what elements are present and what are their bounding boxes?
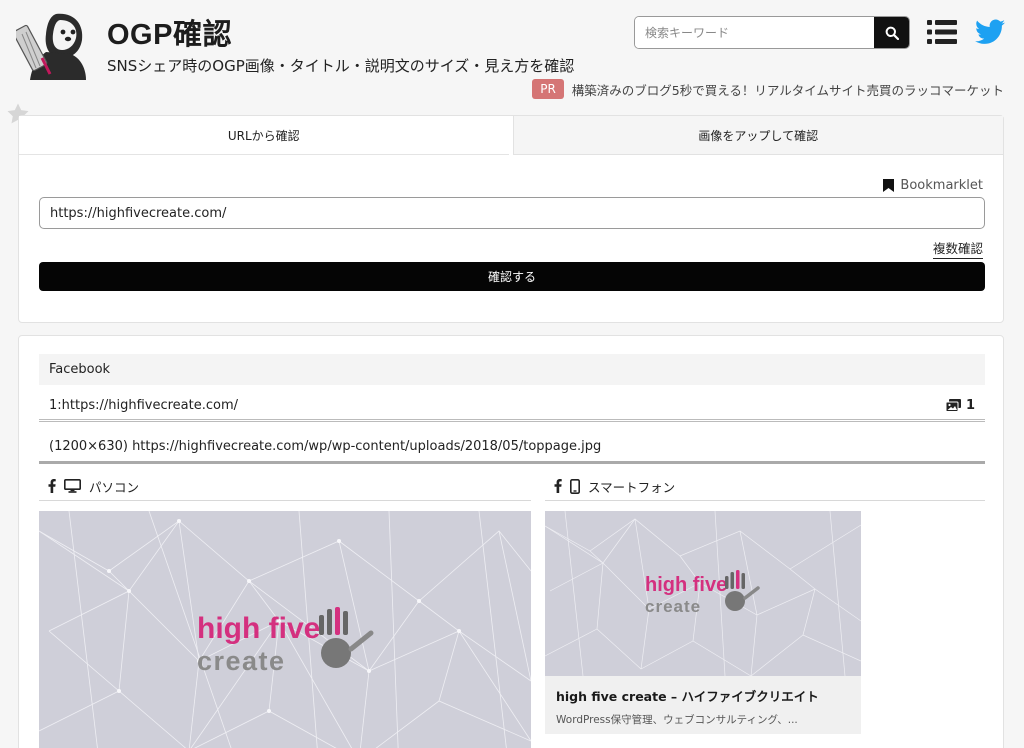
search-box bbox=[634, 16, 910, 49]
network-background: high five create bbox=[39, 511, 531, 748]
result-url: 1:https://highfivecreate.com/ bbox=[49, 398, 239, 413]
search-input[interactable] bbox=[635, 17, 874, 48]
search-icon bbox=[885, 26, 899, 40]
facebook-icon bbox=[48, 479, 56, 493]
tab-bar: URLから確認 画像をアップして確認 bbox=[19, 116, 1003, 155]
twitter-icon[interactable] bbox=[975, 19, 1005, 45]
pc-section-header: パソコン bbox=[39, 472, 531, 501]
desktop-icon bbox=[64, 479, 81, 493]
site-header: OGP確認 SNSシェア時のOGP画像・タイトル・説明文のサイズ・見え方を確認 … bbox=[0, 0, 1024, 108]
images-icon bbox=[945, 399, 961, 412]
bookmarklet-link[interactable]: Bookmarklet bbox=[883, 178, 983, 193]
pc-ogp-preview[interactable]: high five create bbox=[39, 511, 531, 748]
site-title[interactable]: OGP確認 bbox=[107, 11, 232, 53]
sp-section-header: スマートフォン bbox=[545, 472, 985, 501]
search-button[interactable] bbox=[874, 17, 909, 48]
sp-logo: high five create bbox=[645, 570, 760, 616]
sp-ogp-title: high five create – ハイファイブクリエイト bbox=[556, 689, 819, 704]
image-info-row: (1200×630) https://highfivecreate.com/wp… bbox=[39, 432, 985, 464]
logo-text-create: create bbox=[197, 646, 286, 676]
otter-logo-icon[interactable] bbox=[16, 8, 92, 80]
image-count[interactable]: 1 bbox=[945, 398, 975, 413]
logo-text-high-five: high five bbox=[197, 612, 320, 645]
sp-logo-text-create: create bbox=[645, 597, 701, 616]
confirm-button[interactable]: 確認する bbox=[39, 262, 985, 291]
smartphone-icon bbox=[570, 478, 580, 494]
result-url-row: 1:https://highfivecreate.com/ 1 bbox=[39, 392, 985, 422]
input-card: URLから確認 画像をアップして確認 Bookmarklet 複数確認 確認する bbox=[18, 115, 1004, 323]
pr-banner[interactable]: PR 構築済みのブログ5秒で買える！リアルタイムサイト売買のラッコマーケット bbox=[532, 79, 1004, 99]
bookmark-icon bbox=[883, 179, 895, 192]
tab-upload[interactable]: 画像をアップして確認 bbox=[512, 116, 1003, 155]
hand-icon bbox=[319, 607, 374, 668]
sp-ogp-description: WordPress保守管理、ウェブコンサルティング、... bbox=[556, 714, 798, 726]
sp-ogp-info[interactable]: high five create – ハイファイブクリエイト WordPress… bbox=[545, 676, 861, 734]
site-subtitle: SNSシェア時のOGP画像・タイトル・説明文のサイズ・見え方を確認 bbox=[107, 57, 575, 75]
facebook-icon bbox=[554, 479, 562, 493]
platform-header: Facebook bbox=[39, 354, 985, 385]
pc-label: パソコン bbox=[89, 479, 140, 495]
platform-name: Facebook bbox=[49, 362, 111, 377]
tab-url-label: URLから確認 bbox=[227, 128, 300, 143]
pr-link[interactable]: 構築済みのブログ5秒で買える！リアルタイムサイト売買のラッコマーケット bbox=[572, 80, 1004, 99]
url-input[interactable] bbox=[39, 197, 985, 229]
image-info: (1200×630) https://highfivecreate.com/wp… bbox=[49, 439, 602, 454]
multi-check-link[interactable]: 複数確認 bbox=[932, 238, 983, 259]
tab-upload-label: 画像をアップして確認 bbox=[698, 128, 819, 143]
pr-badge: PR bbox=[532, 79, 564, 99]
sp-logo-text-high-five: high five bbox=[645, 574, 727, 596]
bookmarklet-label: Bookmarklet bbox=[900, 178, 983, 193]
sp-label: スマートフォン bbox=[588, 479, 676, 495]
image-count-value: 1 bbox=[965, 398, 975, 413]
menu-list-icon[interactable] bbox=[927, 19, 957, 45]
tab-url[interactable]: URLから確認 bbox=[19, 116, 509, 155]
sp-hand-icon bbox=[725, 570, 760, 611]
